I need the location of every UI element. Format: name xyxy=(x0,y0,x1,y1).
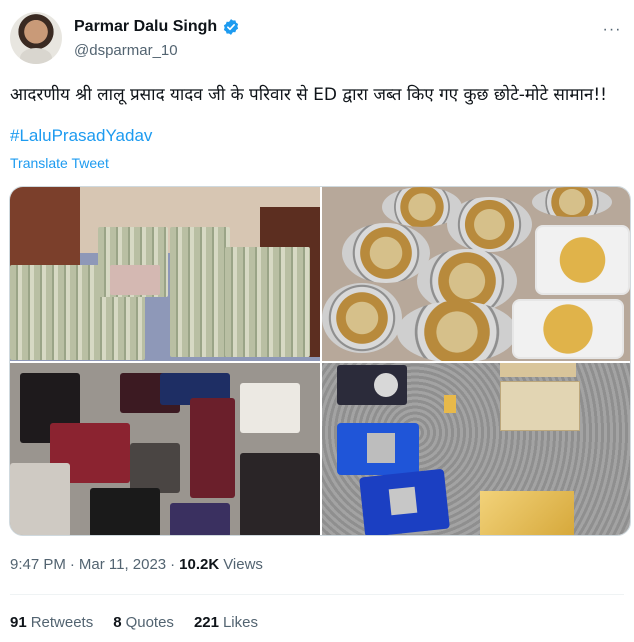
photo-jewellery-plates[interactable] xyxy=(322,187,630,361)
more-options-icon[interactable]: ··· xyxy=(600,20,624,40)
jewellery-box xyxy=(130,443,180,493)
jewellery-plate xyxy=(322,283,402,353)
author-avatar[interactable] xyxy=(10,12,62,64)
jewellery-box xyxy=(10,463,70,535)
silver-coin xyxy=(374,373,398,397)
silver-bar xyxy=(388,486,418,516)
quotes-count: 8 xyxy=(113,614,122,631)
jewellery-plate xyxy=(447,197,532,252)
tweet-stats-row: 91 Retweets 8 Quotes 221 Likes xyxy=(10,614,258,631)
likes-label: Likes xyxy=(222,614,258,631)
tweet-date[interactable]: Mar 11, 2023 xyxy=(79,556,166,573)
tweet-header: Parmar Dalu Singh @dsparmar_10 ··· xyxy=(10,12,624,68)
silver-bar xyxy=(367,433,395,463)
cash-stack xyxy=(170,227,230,357)
jewellery-plate xyxy=(342,223,430,283)
photo-jewellery-boxes[interactable] xyxy=(10,363,320,535)
retweets-label: Retweets xyxy=(30,614,94,631)
photo-gold-silver-bars[interactable] xyxy=(322,363,630,535)
retweets-count: 91 xyxy=(10,614,27,631)
jewellery-box xyxy=(90,488,160,535)
views-count: 10.2K xyxy=(179,556,220,573)
jewellery-tray xyxy=(535,225,630,295)
cash-stack xyxy=(225,247,310,357)
photo-cash-on-bed[interactable] xyxy=(10,187,320,361)
tweet-timestamp-row: 9:47 PM · Mar 11, 2023 · 10.2K Views xyxy=(10,556,263,573)
gold-bar-large xyxy=(480,491,574,535)
author-display-name[interactable]: Parmar Dalu Singh xyxy=(74,18,217,36)
quotes-stat[interactable]: 8 Quotes xyxy=(113,614,174,631)
quotes-label: Quotes xyxy=(125,614,174,631)
likes-stat[interactable]: 221 Likes xyxy=(194,614,258,631)
divider xyxy=(10,594,624,595)
author-name-row: Parmar Dalu Singh xyxy=(74,18,240,36)
gold-bar-small xyxy=(444,395,456,413)
views-label: Views xyxy=(223,556,263,573)
tweet-media-grid xyxy=(9,186,631,536)
retweets-stat[interactable]: 91 Retweets xyxy=(10,614,93,631)
tweet-text: आदरणीय श्री लालू प्रसाद यादव जी के परिवा… xyxy=(10,85,607,105)
hashtag-link[interactable]: #LaluPrasadYadav xyxy=(10,126,152,146)
likes-count: 221 xyxy=(193,614,219,631)
cash-stack xyxy=(110,265,160,295)
gold-card xyxy=(500,363,576,377)
gold-card xyxy=(500,381,580,431)
jewellery-box xyxy=(240,383,300,433)
jewellery-plate xyxy=(397,301,517,361)
tweet-time[interactable]: 9:47 PM xyxy=(10,556,66,573)
jewellery-plate xyxy=(532,187,612,217)
jewellery-box xyxy=(190,398,235,498)
timestamp-separator: · xyxy=(69,556,75,573)
verified-badge-icon xyxy=(224,19,239,35)
jewellery-box xyxy=(170,503,230,535)
jewellery-box xyxy=(240,453,320,535)
translate-tweet-link[interactable]: Translate Tweet xyxy=(10,155,109,171)
author-handle[interactable]: @dsparmar_10 xyxy=(74,42,178,59)
timestamp-separator: · xyxy=(170,556,176,573)
jewellery-tray xyxy=(512,299,624,359)
